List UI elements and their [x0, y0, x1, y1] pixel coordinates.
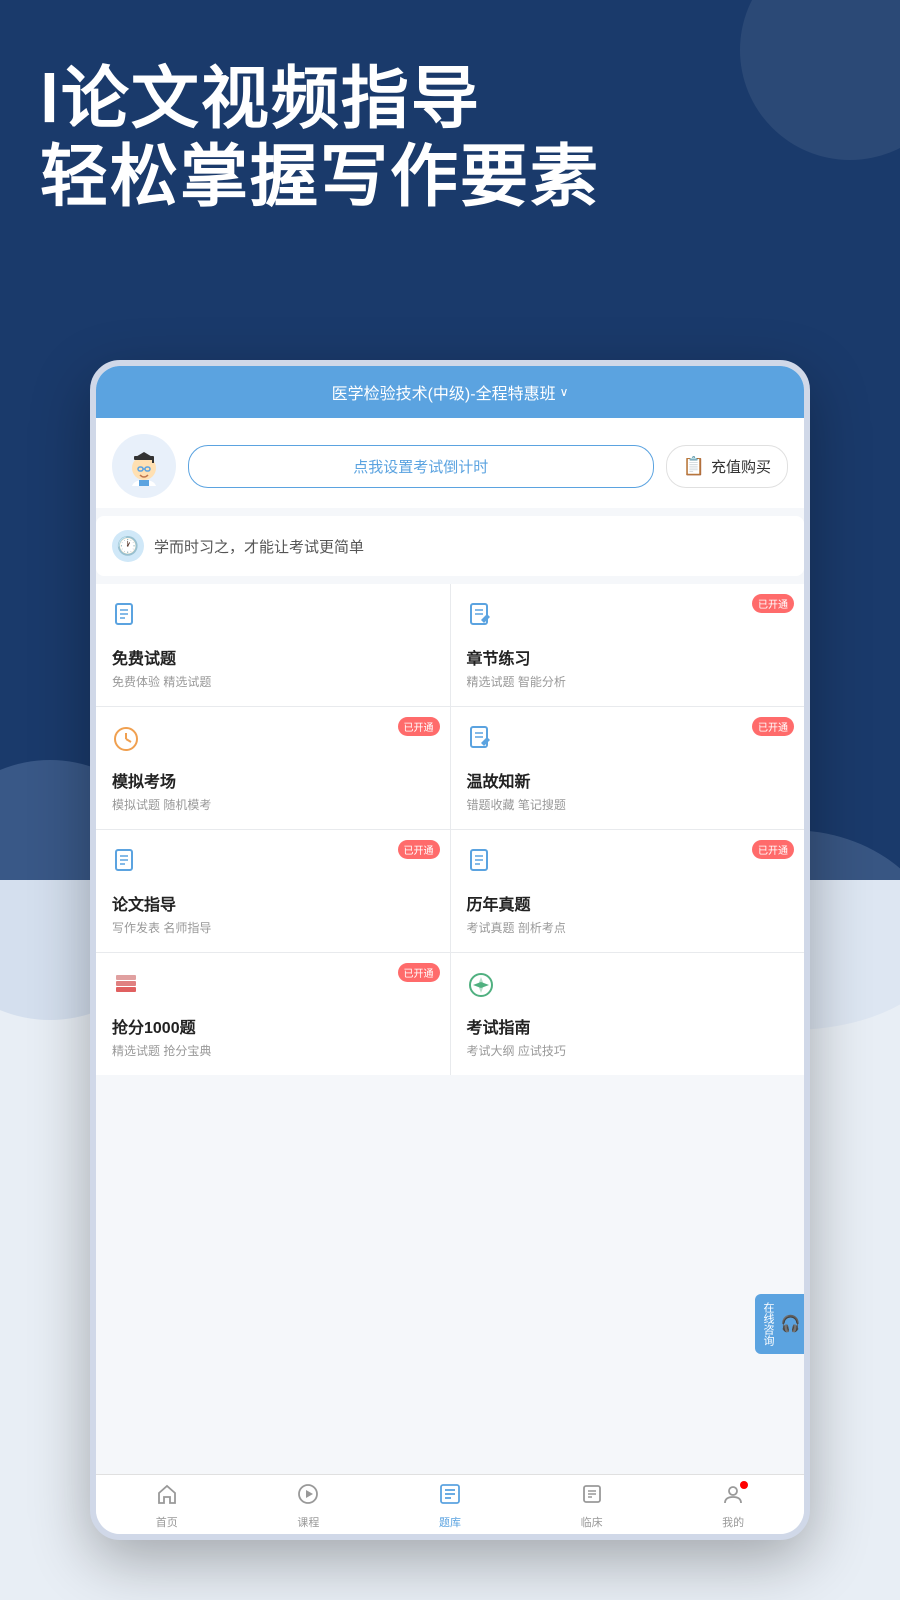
nav-item-mine[interactable]: 我的	[662, 1483, 804, 1530]
app-content: 医学检验技术(中级)-全程特惠班 ∨	[96, 366, 804, 1534]
clock-icon: 🕐	[112, 530, 144, 562]
nav-icon-clinical	[581, 1483, 603, 1510]
nav-item-clinical[interactable]: 临床	[521, 1483, 663, 1530]
grid-item-exam-guide[interactable]: 考试指南考试大纲 应试技巧	[451, 953, 805, 1075]
subtitle-chapter-practice: 精选试题 智能分析	[467, 673, 789, 690]
nav-label-course: 课程	[297, 1514, 319, 1530]
nav-icon-mine	[722, 1483, 744, 1510]
countdown-button[interactable]: 点我设置考试倒计时	[188, 445, 654, 488]
subtitle-past-exams: 考试真题 剖析考点	[467, 919, 789, 936]
subtitle-grab-score: 精选试题 抢分宝典	[112, 1042, 434, 1059]
motto-text: 学而时习之，才能让考试更简单	[154, 536, 364, 557]
icon-grab-score	[112, 971, 434, 1006]
subtitle-mock-exam: 模拟试题 随机模考	[112, 796, 434, 813]
online-consult-button[interactable]: 🎧 在线咨询	[755, 1294, 804, 1354]
header-line1: l论文视频指导	[40, 60, 860, 138]
badge-grab-score: 已开通	[398, 963, 440, 982]
headset-icon: 🎧	[780, 1314, 799, 1334]
nav-label-questions: 题库	[439, 1514, 461, 1530]
nav-item-home[interactable]: 首页	[96, 1483, 238, 1530]
grid-item-grab-score[interactable]: 已开通抢分1000题精选试题 抢分宝典	[96, 953, 450, 1075]
subtitle-free-questions: 免费体验 精选试题	[112, 673, 434, 690]
title-grab-score: 抢分1000题	[112, 1014, 434, 1038]
badge-past-exams: 已开通	[752, 840, 794, 859]
title-chapter-practice: 章节练习	[467, 645, 789, 669]
nav-label-home: 首页	[156, 1514, 178, 1530]
top-bar-arrow: ∨	[560, 385, 569, 399]
grid-item-review[interactable]: 已开通温故知新错题收藏 笔记搜题	[451, 707, 805, 829]
title-free-questions: 免费试题	[112, 645, 434, 669]
nav-label-clinical: 临床	[581, 1514, 603, 1530]
recharge-label: 充值购买	[711, 456, 771, 477]
grid-item-chapter-practice[interactable]: 已开通章节练习精选试题 智能分析	[451, 584, 805, 706]
title-exam-guide: 考试指南	[467, 1014, 789, 1038]
avatar-image	[120, 442, 168, 490]
profile-row: 点我设置考试倒计时 📋 充值购买	[96, 418, 804, 508]
icon-exam-guide	[467, 971, 789, 1006]
nav-item-questions[interactable]: 题库	[379, 1483, 521, 1530]
icon-review	[467, 725, 789, 760]
top-bar-title: 医学检验技术(中级)-全程特惠班	[332, 380, 556, 404]
motto-row: 🕐 学而时习之，才能让考试更简单	[96, 516, 804, 576]
subtitle-essay-guide: 写作发表 名师指导	[112, 919, 434, 936]
grid-item-essay-guide[interactable]: 已开通论文指导写作发表 名师指导	[96, 830, 450, 952]
badge-essay-guide: 已开通	[398, 840, 440, 859]
recharge-button[interactable]: 📋 充值购买	[666, 445, 788, 488]
avatar	[112, 434, 176, 498]
nav-item-course[interactable]: 课程	[238, 1483, 380, 1530]
header-line2: 轻松掌握写作要素	[40, 138, 860, 216]
icon-essay-guide	[112, 848, 434, 883]
recharge-icon: 📋	[683, 456, 705, 477]
icon-chapter-practice	[467, 602, 789, 637]
title-mock-exam: 模拟考场	[112, 768, 434, 792]
header-section: l论文视频指导 轻松掌握写作要素	[40, 60, 860, 216]
nav-icon-home	[156, 1483, 178, 1510]
badge-mock-exam: 已开通	[398, 717, 440, 736]
device-frame: 医学检验技术(中级)-全程特惠班 ∨	[90, 360, 810, 1540]
subtitle-review: 错题收藏 笔记搜题	[467, 796, 789, 813]
icon-mock-exam	[112, 725, 434, 760]
grid-item-free-questions[interactable]: 免费试题免费体验 精选试题	[96, 584, 450, 706]
nav-label-mine: 我的	[722, 1514, 744, 1530]
bottom-nav: 首页 课程 题库 临床 我的	[96, 1474, 804, 1534]
title-review: 温故知新	[467, 768, 789, 792]
icon-past-exams	[467, 848, 789, 883]
grid-item-past-exams[interactable]: 已开通历年真题考试真题 剖析考点	[451, 830, 805, 952]
icon-free-questions	[112, 602, 434, 637]
nav-icon-course	[297, 1483, 319, 1510]
badge-chapter-practice: 已开通	[752, 594, 794, 613]
title-essay-guide: 论文指导	[112, 891, 434, 915]
title-past-exams: 历年真题	[467, 891, 789, 915]
nav-icon-questions	[439, 1483, 461, 1510]
main-area: 点我设置考试倒计时 📋 充值购买 🕐 学而时习之，才能让考试更简单 免费试题免费…	[96, 418, 804, 1474]
notification-dot	[740, 1481, 748, 1489]
grid-item-mock-exam[interactable]: 已开通模拟考场模拟试题 随机模考	[96, 707, 450, 829]
subtitle-exam-guide: 考试大纲 应试技巧	[467, 1042, 789, 1059]
badge-review: 已开通	[752, 717, 794, 736]
online-consult-label: 在线咨询	[760, 1302, 776, 1346]
grid-container: 免费试题免费体验 精选试题已开通章节练习精选试题 智能分析已开通模拟考场模拟试题…	[96, 584, 804, 1075]
top-bar[interactable]: 医学检验技术(中级)-全程特惠班 ∨	[96, 366, 804, 418]
